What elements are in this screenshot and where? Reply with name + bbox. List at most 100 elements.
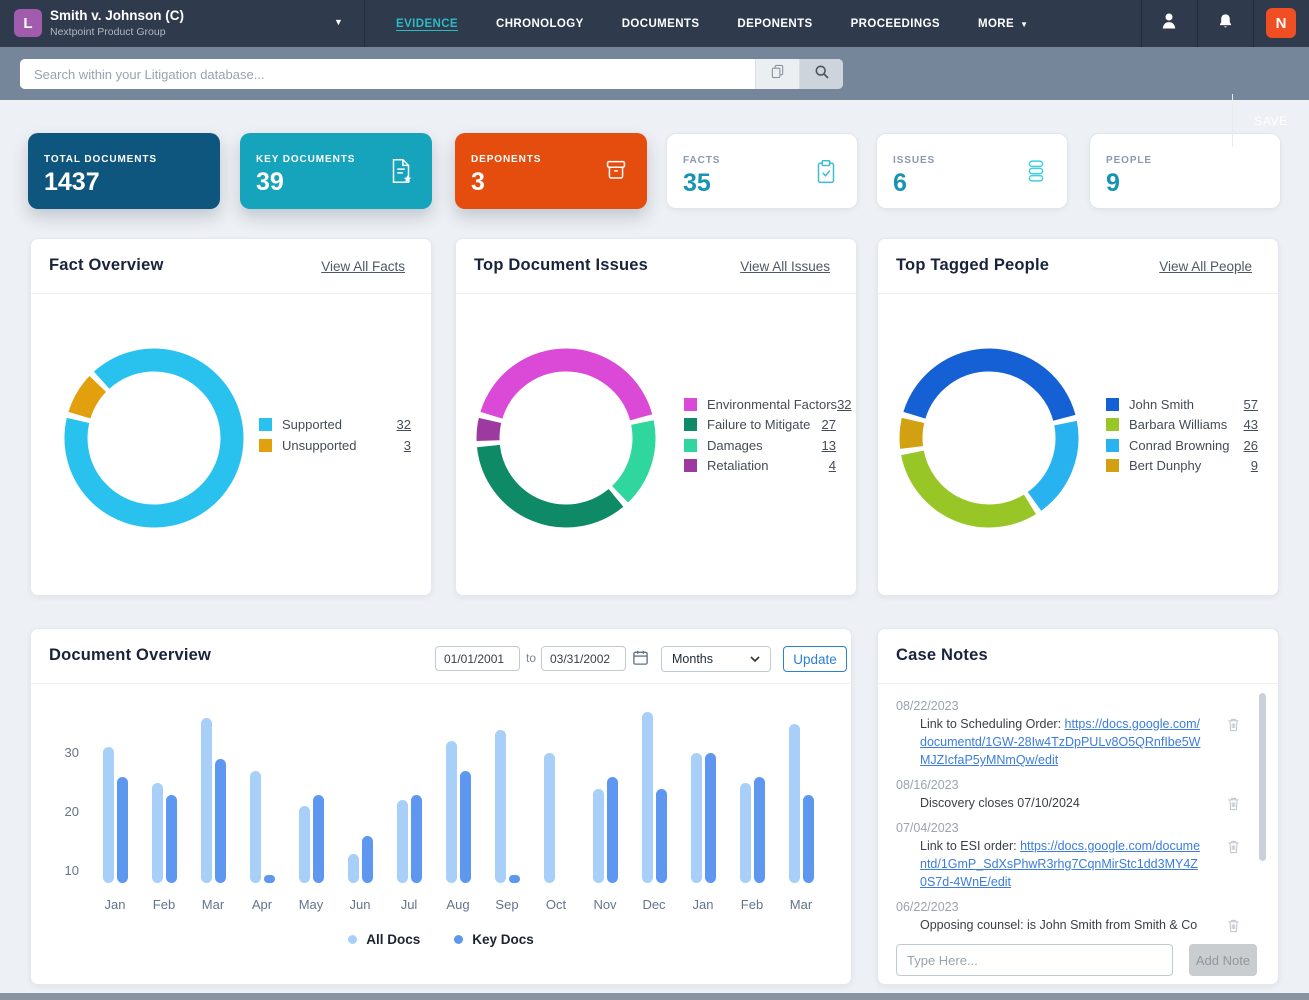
advanced-search-button[interactable] (755, 59, 799, 89)
search-submit-button[interactable] (799, 59, 843, 89)
legend-label: Environmental Factors (707, 397, 837, 412)
bar-all-docs (593, 789, 604, 883)
stat-card-total-documents[interactable]: TOTAL DOCUMENTS1437 (28, 133, 220, 209)
bar-key-docs (607, 777, 618, 883)
legend-label: Conrad Browning (1129, 438, 1244, 453)
document-overview-card: Document Overview to Months Update 10203… (30, 628, 852, 985)
card-header: Case Notes (878, 629, 1278, 684)
bar-key-docs (313, 795, 324, 884)
notifications-button[interactable] (1197, 0, 1253, 47)
stat-card-label: TOTAL DOCUMENTS (44, 154, 157, 165)
search-input[interactable] (20, 59, 755, 89)
note-text-prefix: Link to Scheduling Order: (920, 717, 1065, 731)
bar-all-docs (103, 747, 114, 883)
stat-card-facts[interactable]: FACTS35 (666, 133, 858, 209)
bar-all-docs (642, 712, 653, 883)
donut-segment-damages (620, 423, 644, 495)
x-axis-month-label: Jul (387, 897, 431, 912)
trash-icon[interactable] (1227, 839, 1240, 859)
legend-label: Unsupported (282, 438, 404, 453)
legend-swatch (684, 439, 697, 452)
donut-legend: Environmental Factors32Failure to Mitiga… (684, 394, 836, 476)
notes-list: 08/22/2023Link to Scheduling Order: http… (878, 683, 1278, 937)
bar-all-docs (201, 718, 212, 883)
interval-select-value: Months (672, 652, 713, 666)
chevron-down-icon (750, 652, 760, 666)
donut-legend: Supported32Unsupported3 (259, 415, 411, 456)
bar-key-docs (705, 753, 716, 883)
stat-card-label: FACTS (683, 155, 720, 166)
legend-value-link[interactable]: 4 (829, 458, 836, 473)
view-all-link[interactable]: View All People (1159, 259, 1252, 274)
date-from-input[interactable] (435, 646, 520, 671)
stat-card-label: ISSUES (893, 155, 935, 166)
y-axis-tick-label: 20 (49, 804, 79, 819)
card-title: Case Notes (896, 646, 988, 665)
user-account-button[interactable] (1141, 0, 1197, 47)
bar-key-docs (411, 795, 422, 884)
note-text: Discovery closes 07/10/2024 (920, 794, 1204, 812)
trash-icon[interactable] (1227, 717, 1240, 737)
legend-label: John Smith (1129, 397, 1244, 412)
stat-card-value: 6 (893, 169, 907, 198)
nav-item-evidence[interactable]: EVIDENCE (396, 18, 458, 30)
document-star-icon (386, 155, 416, 192)
bottom-strip (0, 993, 1309, 1000)
view-all-link[interactable]: View All Facts (321, 259, 405, 274)
nav-item-deponents[interactable]: DEPONENTS (737, 18, 812, 30)
bar-all-docs (152, 783, 163, 883)
nav-item-more[interactable]: MORE▼ (978, 18, 1028, 30)
nav-item-documents[interactable]: DOCUMENTS (622, 18, 700, 30)
legend-label: Bert Dunphy (1129, 458, 1251, 473)
y-axis-tick-label: 10 (49, 863, 79, 878)
legend-value-link[interactable]: 32 (837, 397, 851, 412)
card-title: Fact Overview (49, 256, 164, 275)
bar-key-docs (362, 836, 373, 883)
bar-key-docs (117, 777, 128, 883)
legend-item: Key Docs (454, 932, 534, 947)
note-text-prefix: Discovery closes 07/10/2024 (920, 796, 1080, 810)
box-icon (601, 155, 631, 190)
add-note-button[interactable]: Add Note (1189, 944, 1257, 976)
nextpoint-logo[interactable]: N (1266, 8, 1296, 38)
bar-chart-legend: All DocsKey Docs (31, 932, 851, 947)
legend-value-link[interactable]: 57 (1244, 397, 1258, 412)
bar-all-docs (544, 753, 555, 883)
view-all-link[interactable]: View All Issues (740, 259, 830, 274)
legend-value-link[interactable]: 3 (404, 438, 411, 453)
nav-item-proceedings[interactable]: PROCEEDINGS (851, 18, 940, 30)
note-input[interactable] (896, 944, 1173, 976)
bar-key-docs (656, 789, 667, 883)
stat-card-label: PEOPLE (1106, 155, 1152, 166)
stat-card-value: 3 (471, 168, 485, 197)
x-axis-month-label: Jan (93, 897, 137, 912)
legend-item: Damages13 (684, 435, 836, 456)
legend-value-link[interactable]: 9 (1251, 458, 1258, 473)
x-axis-month-label: Apr (240, 897, 284, 912)
bar-all-docs (691, 753, 702, 883)
bar-all-docs (397, 800, 408, 883)
interval-select[interactable]: Months (661, 646, 771, 672)
date-to-input[interactable] (541, 646, 626, 671)
calendar-icon[interactable] (632, 649, 649, 671)
legend-value-link[interactable]: 27 (822, 417, 836, 432)
stat-card-deponents[interactable]: DEPONENTS3 (455, 133, 647, 209)
legend-swatch (1106, 459, 1119, 472)
legend-item: Barbara Williams43 (1106, 415, 1258, 436)
case-switcher-caret-icon[interactable]: ▼ (334, 17, 343, 27)
legend-value-link[interactable]: 26 (1244, 438, 1258, 453)
notes-scrollbar-thumb[interactable] (1259, 693, 1266, 861)
nav-item-chronology[interactable]: CHRONOLOGY (496, 18, 584, 30)
case-avatar[interactable]: L (14, 9, 42, 37)
update-button[interactable]: Update (783, 646, 847, 672)
legend-value-link[interactable]: 43 (1244, 417, 1258, 432)
legend-value-link[interactable]: 32 (397, 417, 411, 432)
stat-card-key-documents[interactable]: KEY DOCUMENTS39 (240, 133, 432, 209)
legend-label: Failure to Mitigate (707, 417, 822, 432)
save-search-button[interactable]: SAVE (1233, 94, 1309, 147)
legend-value-link[interactable]: 13 (822, 438, 836, 453)
trash-icon[interactable] (1227, 796, 1240, 816)
x-axis-month-label: Jan (681, 897, 725, 912)
bar-all-docs (446, 741, 457, 883)
stat-card-issues[interactable]: ISSUES 6 (876, 133, 1068, 209)
